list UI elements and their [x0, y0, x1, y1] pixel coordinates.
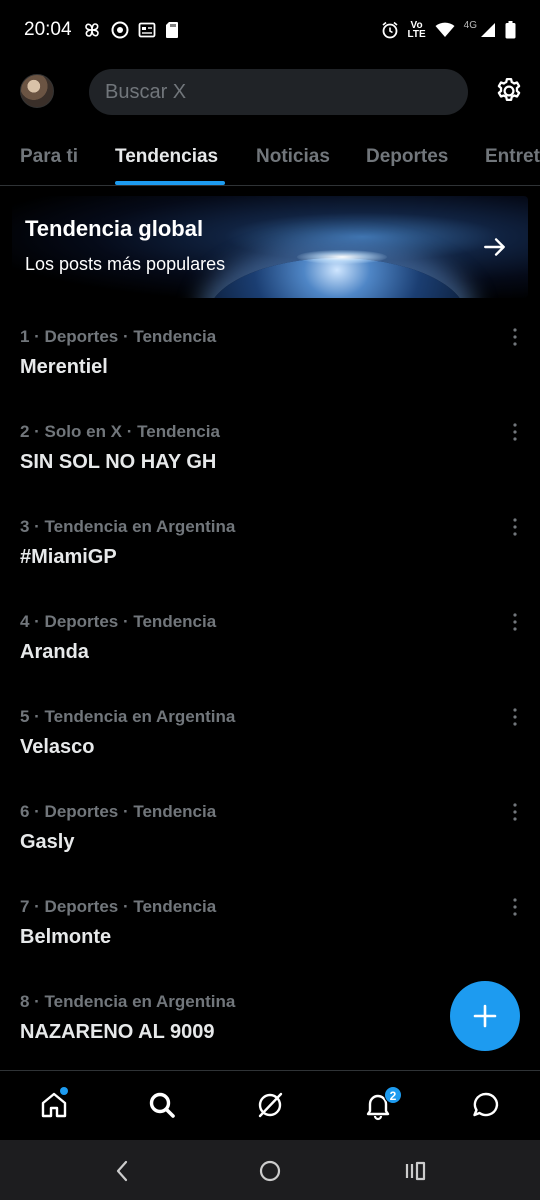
bottom-nav: 2: [0, 1070, 540, 1140]
trend-name: SIN SOL NO HAY GH: [20, 451, 217, 473]
more-options-icon[interactable]: [505, 800, 525, 824]
volte-indicator: Vo LTE: [407, 20, 426, 40]
global-trend-banner[interactable]: Tendencia global Los posts más populares: [12, 196, 528, 298]
sd-card-icon: [165, 22, 178, 38]
tab-entretenimiento[interactable]: Entret: [485, 146, 540, 168]
network-type: 4G: [463, 19, 477, 31]
banner-title: Tendencia global: [25, 216, 204, 241]
more-options-icon[interactable]: [505, 705, 525, 729]
trend-item[interactable]: 6 · Deportes · Tendencia Gasly: [0, 780, 540, 875]
trend-name: #MiamiGP: [20, 546, 117, 568]
trend-meta: 2 · Solo en X · Tendencia: [20, 422, 220, 441]
more-options-icon[interactable]: [505, 420, 525, 444]
trends-list: 1 · Deportes · Tendencia Merentiel 2 · S…: [0, 305, 540, 1065]
active-tab-indicator: [115, 181, 225, 185]
trend-name: Aranda: [20, 641, 89, 663]
trend-meta: 1 · Deportes · Tendencia: [20, 327, 217, 346]
trend-meta: 5 · Tendencia en Argentina: [20, 707, 236, 726]
status-time: 20:04: [24, 19, 72, 40]
trend-item[interactable]: 1 · Deportes · Tendencia Merentiel: [0, 305, 540, 400]
grok-icon[interactable]: [254, 1089, 286, 1121]
compose-post-button[interactable]: [450, 981, 520, 1051]
back-icon[interactable]: [110, 1158, 136, 1184]
home-new-dot: [60, 1087, 68, 1095]
avatar[interactable]: [20, 74, 54, 108]
settings-gear-icon[interactable]: [494, 76, 524, 106]
trend-item[interactable]: 5 · Tendencia en Argentina Velasco: [0, 685, 540, 780]
trend-item[interactable]: 7 · Deportes · Tendencia Belmonte: [0, 875, 540, 970]
trend-meta: 7 · Deportes · Tendencia: [20, 897, 217, 916]
trend-name: NAZARENO AL 9009: [20, 1021, 215, 1043]
messages-icon[interactable]: [470, 1089, 502, 1121]
recents-icon[interactable]: [403, 1158, 429, 1184]
home-circle-icon[interactable]: [257, 1158, 283, 1184]
signal-icon: [481, 23, 495, 37]
more-options-icon[interactable]: [505, 610, 525, 634]
system-nav-bar: [0, 1140, 540, 1200]
explore-tabs: Para ti Tendencias Noticias Deportes Ent…: [0, 132, 540, 186]
battery-icon: [505, 21, 516, 39]
trend-meta: 6 · Deportes · Tendencia: [20, 802, 217, 821]
sunrise-flare: [297, 250, 387, 264]
status-bar: 20:04 Vo LTE 4G: [0, 0, 540, 60]
trend-item[interactable]: 3 · Tendencia en Argentina #MiamiGP: [0, 495, 540, 590]
trend-name: Velasco: [20, 736, 95, 758]
chrome-icon: [111, 21, 129, 39]
more-options-icon[interactable]: [505, 895, 525, 919]
trend-name: Gasly: [20, 831, 75, 853]
earth-image: [207, 258, 467, 298]
trend-item[interactable]: 2 · Solo en X · Tendencia SIN SOL NO HAY…: [0, 400, 540, 495]
trend-meta: 8 · Tendencia en Argentina: [20, 992, 236, 1011]
notifications-badge: 2: [384, 1086, 402, 1104]
trend-name: Merentiel: [20, 356, 108, 378]
trend-meta: 3 · Tendencia en Argentina: [20, 517, 236, 536]
tab-tendencias[interactable]: Tendencias: [115, 146, 218, 168]
tab-noticias[interactable]: Noticias: [256, 146, 330, 168]
tab-para-ti[interactable]: Para ti: [20, 146, 78, 168]
pinwheel-icon: [84, 23, 99, 37]
banner-subtitle: Los posts más populares: [25, 254, 226, 274]
trend-name: Belmonte: [20, 926, 112, 948]
calendar-news-icon: [138, 22, 155, 38]
search-icon[interactable]: [146, 1089, 178, 1121]
wifi-icon: [435, 22, 455, 37]
tab-deportes[interactable]: Deportes: [366, 146, 448, 168]
more-options-icon[interactable]: [505, 515, 525, 539]
search-placeholder: Buscar X: [105, 80, 187, 103]
alarm-icon: [381, 21, 398, 39]
explore-header: Buscar X: [0, 68, 540, 116]
search-input[interactable]: Buscar X: [89, 69, 468, 115]
plus-icon: [473, 1004, 497, 1028]
trend-item[interactable]: 4 · Deportes · Tendencia Aranda: [0, 590, 540, 685]
more-options-icon[interactable]: [505, 325, 525, 349]
arrow-right-icon: [484, 238, 505, 256]
trend-meta: 4 · Deportes · Tendencia: [20, 612, 217, 631]
